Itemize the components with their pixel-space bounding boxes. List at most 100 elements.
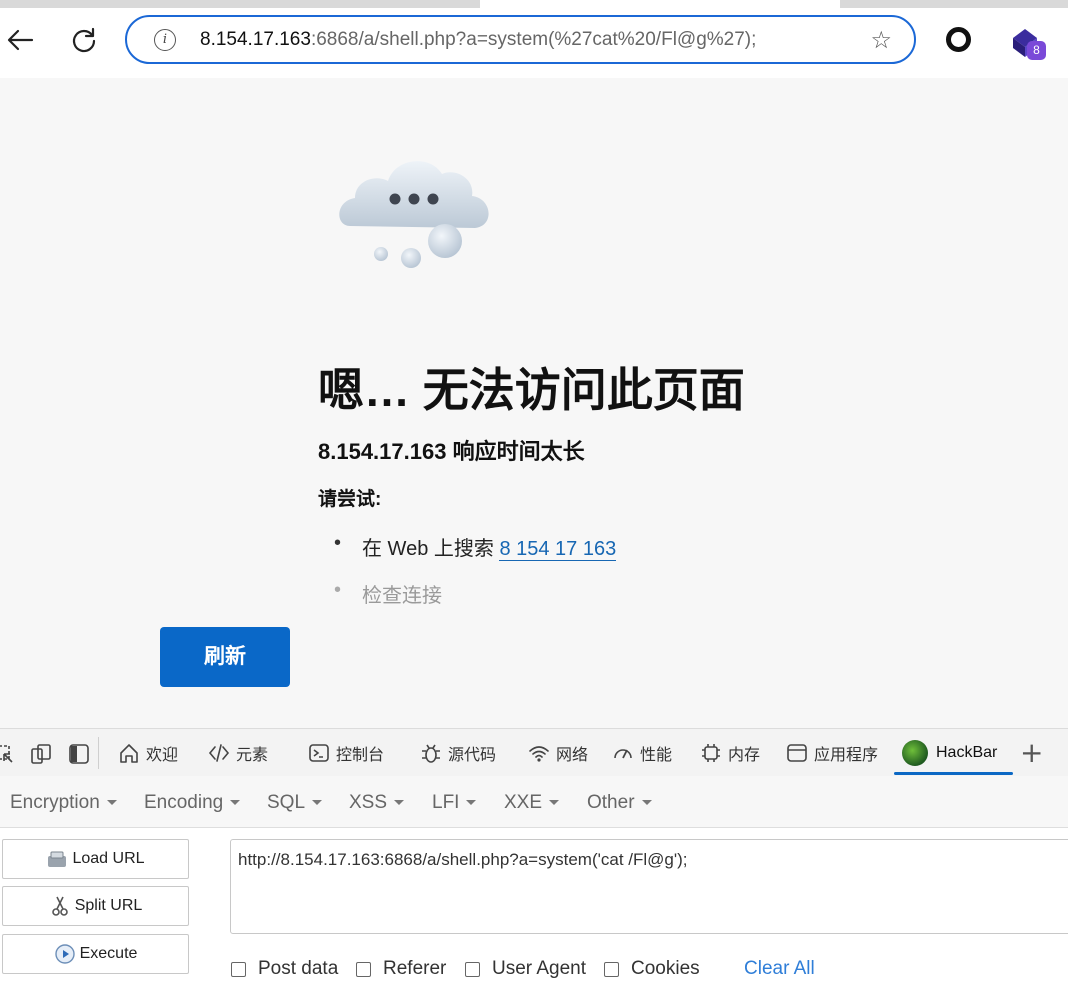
home-icon	[120, 744, 138, 763]
tab-strip-edge	[840, 0, 1068, 8]
chevron-down-icon	[466, 800, 477, 806]
chevron-down-icon	[394, 800, 405, 806]
referer-checkbox[interactable]: Referer	[356, 958, 446, 980]
devtools-tab-bar: 欢迎 元素 控制台 源代码 网络 性能 内存 应用程序 HackBar +	[0, 728, 1068, 776]
checkbox[interactable]	[356, 961, 371, 977]
play-icon	[54, 944, 75, 964]
hackbar-panel: Encryption Encoding SQL XSS LFI XXE Othe…	[0, 776, 1068, 992]
menu-sql[interactable]: SQL	[267, 792, 323, 814]
cookies-checkbox[interactable]: Cookies	[604, 958, 700, 980]
chip-icon	[702, 744, 720, 762]
split-url-button[interactable]: Split URL	[2, 886, 189, 926]
inspect-icon[interactable]	[0, 743, 14, 765]
tab-welcome[interactable]: 欢迎	[118, 729, 178, 777]
suggestion-list: 在 Web 上搜索 8 154 17 163 检查连接	[334, 532, 617, 626]
chevron-down-icon	[549, 800, 560, 806]
tab-label: 元素	[236, 747, 269, 764]
checkbox[interactable]	[604, 961, 619, 977]
scissors-icon	[51, 896, 68, 916]
menu-other[interactable]: Other	[587, 792, 652, 814]
clear-all-link[interactable]: Clear All	[744, 958, 815, 980]
menu-encoding[interactable]: Encoding	[144, 792, 241, 814]
wifi-icon	[529, 746, 549, 762]
search-suggestion-text: 在 Web 上搜索	[362, 538, 500, 560]
load-url-button[interactable]: Load URL	[2, 839, 189, 879]
tab-hackbar[interactable]: HackBar	[902, 729, 997, 777]
post-data-checkbox[interactable]: Post data	[231, 958, 338, 980]
tab-label: 性能	[640, 747, 673, 764]
back-button[interactable]	[0, 20, 40, 60]
address-bar[interactable]: i 8.154.17.163:6868/a/shell.php?a=system…	[125, 15, 916, 64]
menu-label: SQL	[267, 792, 306, 813]
tab-label: 内存	[728, 747, 761, 764]
split-url-label: Split URL	[74, 897, 143, 914]
search-suggestion-link[interactable]: 8 154 17 163	[499, 538, 617, 561]
address-url[interactable]: 8.154.17.163:6868/a/shell.php?a=system(%…	[200, 29, 756, 51]
url-textarea[interactable]: http://8.154.17.163:6868/a/shell.php?a=s…	[230, 839, 1068, 934]
tab-strip-edge	[0, 0, 480, 8]
menu-label: XXE	[504, 792, 543, 813]
chevron-down-icon	[106, 800, 117, 806]
tab-application[interactable]: 应用程序	[786, 729, 878, 777]
chevron-down-icon	[641, 800, 652, 806]
address-host: 8.154.17.163	[200, 29, 311, 50]
menu-encryption[interactable]: Encryption	[10, 792, 117, 814]
check-connection-text: 检查连接	[362, 585, 442, 607]
tab-console[interactable]: 控制台	[308, 729, 384, 777]
menu-label: LFI	[432, 792, 460, 813]
menu-xss[interactable]: XSS	[349, 792, 405, 814]
address-path: :6868/a/shell.php?a=system(%27cat%20/Fl@…	[310, 29, 757, 50]
active-tab-indicator	[894, 772, 1013, 775]
checkbox[interactable]	[465, 961, 480, 977]
execute-button[interactable]: Execute	[2, 934, 189, 974]
site-info-icon[interactable]: i	[154, 29, 176, 51]
load-url-icon	[48, 851, 67, 867]
tab-performance[interactable]: 性能	[612, 729, 672, 777]
hackbar-logo-icon	[902, 740, 928, 766]
option-label: Post data	[258, 958, 339, 979]
gauge-icon	[614, 749, 632, 759]
checkbox[interactable]	[231, 961, 246, 977]
browser-toolbar: i 8.154.17.163:6868/a/shell.php?a=system…	[0, 0, 1068, 78]
execute-label: Execute	[79, 945, 138, 962]
chevron-down-icon	[230, 800, 241, 806]
refresh-button[interactable]: 刷新	[160, 627, 290, 687]
bug-icon	[422, 744, 440, 763]
tab-label: 网络	[556, 747, 589, 764]
dock-side-icon[interactable]	[68, 743, 90, 765]
user-agent-checkbox[interactable]: User Agent	[465, 958, 586, 980]
extension-ring-icon[interactable]	[946, 27, 971, 52]
menu-label: Encoding	[144, 792, 224, 813]
tab-sources[interactable]: 源代码	[420, 729, 496, 777]
menu-label: XSS	[349, 792, 388, 813]
tab-memory[interactable]: 内存	[700, 729, 760, 777]
menu-label: Encryption	[10, 792, 100, 813]
extension-badge: 8	[1027, 41, 1046, 60]
hackbar-menu: Encryption Encoding SQL XSS LFI XXE Othe…	[0, 776, 1068, 828]
app-window-icon	[787, 744, 807, 762]
option-label: Referer	[383, 958, 447, 979]
menu-lfi[interactable]: LFI	[432, 792, 477, 814]
back-arrow-icon	[7, 29, 34, 51]
favorite-star-icon[interactable]: ☆	[870, 26, 892, 54]
device-toolbar-icon[interactable]	[30, 743, 52, 765]
load-url-label: Load URL	[72, 850, 145, 867]
reload-icon	[72, 27, 96, 53]
error-subtitle: 8.154.17.163 响应时间太长	[318, 439, 585, 464]
tab-elements[interactable]: 元素	[208, 729, 268, 777]
cloud-error-icon	[339, 161, 489, 268]
tab-label: 应用程序	[814, 747, 879, 764]
divider	[98, 737, 99, 769]
chevron-down-icon	[312, 800, 323, 806]
menu-xxe[interactable]: XXE	[504, 792, 560, 814]
option-label: Cookies	[631, 958, 700, 979]
tab-label: 控制台	[336, 747, 385, 764]
add-tab-icon[interactable]: +	[1020, 736, 1043, 769]
tab-label: 欢迎	[146, 747, 179, 764]
reload-button[interactable]	[64, 20, 104, 60]
console-icon	[309, 744, 329, 762]
tab-network[interactable]: 网络	[528, 729, 588, 777]
error-title: 嗯… 无法访问此页面	[318, 364, 745, 416]
tab-label: 源代码	[448, 747, 497, 764]
code-icon	[208, 744, 230, 762]
